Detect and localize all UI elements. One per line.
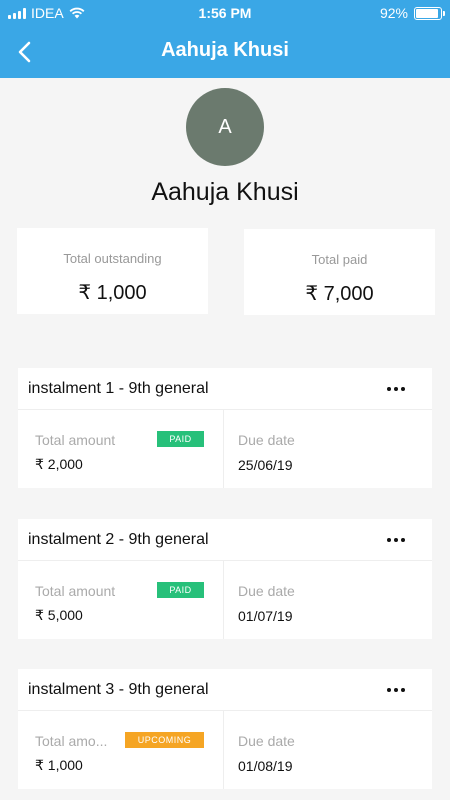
more-options-icon[interactable] <box>384 380 408 398</box>
total-outstanding-value: ₹ 1,000 <box>78 282 147 304</box>
profile-name: Aahuja Khusi <box>151 178 299 206</box>
status-bar: IDEA 1:56 PM 92% <box>0 0 450 26</box>
amount-column: Total amount PAID ₹ 5,000 <box>18 561 224 639</box>
instalment-body: Total amount PAID ₹ 5,000 Due date 01/07… <box>18 561 432 639</box>
battery-fill <box>416 8 439 18</box>
instalment-title: instalment 2 - 9th general <box>28 531 209 548</box>
due-date-column: Due date 01/07/19 <box>225 561 432 639</box>
instalment-header: instalment 2 - 9th general <box>18 519 432 561</box>
more-options-icon[interactable] <box>384 681 408 699</box>
instalment-header: instalment 1 - 9th general <box>18 368 432 410</box>
app-header: IDEA 1:56 PM 92% Aahuja Khusi <box>0 0 450 78</box>
total-amount-value: ₹ 5,000 <box>35 607 83 623</box>
page-title: Aahuja Khusi <box>161 39 289 61</box>
instalment-header: instalment 3 - 9th general <box>18 669 432 711</box>
status-badge: PAID <box>157 582 204 598</box>
amount-column: Total amo... UPCOMING ₹ 1,000 <box>18 711 224 789</box>
battery-percent: 92% <box>379 5 408 21</box>
instalment-body: Total amount PAID ₹ 2,000 Due date 25/06… <box>18 410 432 488</box>
battery-icon <box>414 6 445 20</box>
due-date-label: Due date <box>238 733 295 749</box>
total-amount-label: Total amo... <box>35 733 108 749</box>
instalment-card[interactable]: instalment 3 - 9th general Total amo... … <box>18 669 432 789</box>
back-button[interactable] <box>10 36 42 68</box>
due-date-label: Due date <box>238 583 295 599</box>
status-badge: UPCOMING <box>125 732 204 748</box>
instalment-card[interactable]: instalment 1 - 9th general Total amount … <box>18 368 432 488</box>
total-paid-card: Total paid ₹ 7,000 <box>244 229 435 315</box>
instalment-title: instalment 3 - 9th general <box>28 681 209 698</box>
instalment-title: instalment 1 - 9th general <box>28 380 209 397</box>
total-paid-value: ₹ 7,000 <box>305 283 374 305</box>
due-date-value: 01/08/19 <box>238 758 293 774</box>
due-date-column: Due date 01/08/19 <box>225 711 432 789</box>
total-amount-value: ₹ 2,000 <box>35 456 83 472</box>
instalment-card[interactable]: instalment 2 - 9th general Total amount … <box>18 519 432 639</box>
status-badge: PAID <box>157 431 204 447</box>
total-amount-label: Total amount <box>35 583 116 599</box>
avatar-initial: A <box>218 115 232 138</box>
total-paid-label: Total paid <box>311 252 368 267</box>
total-outstanding-card: Total outstanding ₹ 1,000 <box>17 228 208 314</box>
amount-column: Total amount PAID ₹ 2,000 <box>18 410 224 488</box>
status-right: 92% <box>379 5 445 21</box>
total-amount-value: ₹ 1,000 <box>35 757 83 773</box>
avatar: A <box>186 88 264 166</box>
due-date-label: Due date <box>238 432 295 448</box>
due-date-value: 01/07/19 <box>238 608 293 624</box>
due-date-column: Due date 25/06/19 <box>225 410 432 488</box>
instalment-body: Total amo... UPCOMING ₹ 1,000 Due date 0… <box>18 711 432 789</box>
total-amount-label: Total amount <box>35 432 116 448</box>
due-date-value: 25/06/19 <box>238 457 293 473</box>
total-outstanding-label: Total outstanding <box>63 251 162 266</box>
nav-bar: Aahuja Khusi <box>0 26 450 78</box>
chevron-left-icon <box>18 41 31 63</box>
more-options-icon[interactable] <box>384 531 408 549</box>
